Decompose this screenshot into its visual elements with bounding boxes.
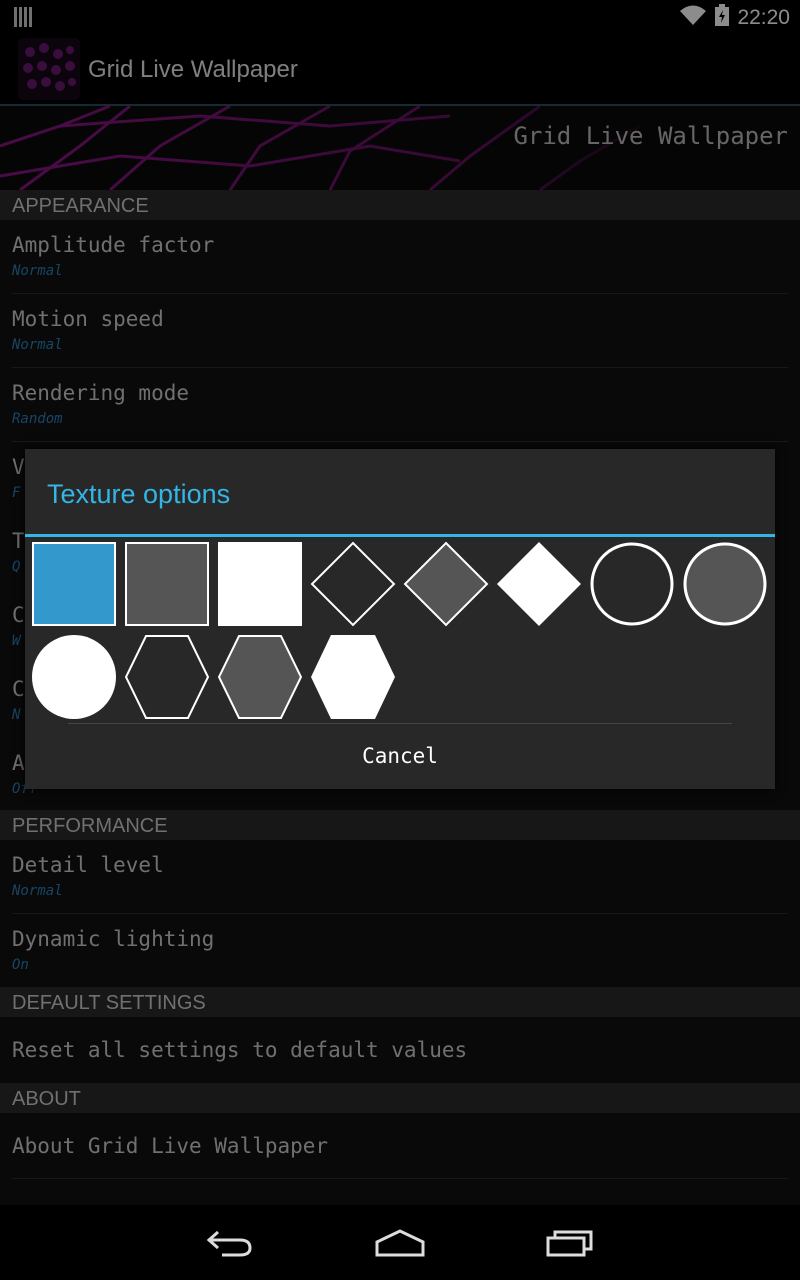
back-icon [206, 1230, 252, 1257]
home-icon [375, 1229, 425, 1257]
texture-option-circle-outline[interactable] [589, 541, 675, 627]
dialog-title-divider [25, 534, 775, 537]
cancel-divider [68, 723, 732, 724]
recents-icon [546, 1230, 593, 1257]
texture-option-hexagon-white[interactable] [310, 634, 396, 720]
dialog-title: Texture options [47, 479, 231, 509]
recents-button[interactable] [530, 1221, 610, 1265]
home-button[interactable] [360, 1221, 440, 1265]
texture-options-dialog: Texture options Cancel [25, 449, 775, 789]
navigation-bar [0, 1205, 800, 1280]
texture-option-square-white[interactable] [217, 541, 303, 627]
cancel-button[interactable]: Cancel [25, 725, 775, 787]
texture-option-diamond-outline[interactable] [310, 541, 396, 627]
texture-option-circle-white[interactable] [31, 634, 117, 720]
texture-option-square-gray[interactable] [124, 541, 210, 627]
texture-option-hexagon-gray[interactable] [217, 634, 303, 720]
texture-option-hexagon-outline[interactable] [124, 634, 210, 720]
back-button[interactable] [190, 1221, 270, 1265]
texture-option-square-blue[interactable] [31, 541, 117, 627]
texture-option-diamond-white[interactable] [496, 541, 582, 627]
texture-option-diamond-gray[interactable] [403, 541, 489, 627]
texture-option-circle-gray[interactable] [682, 541, 768, 627]
